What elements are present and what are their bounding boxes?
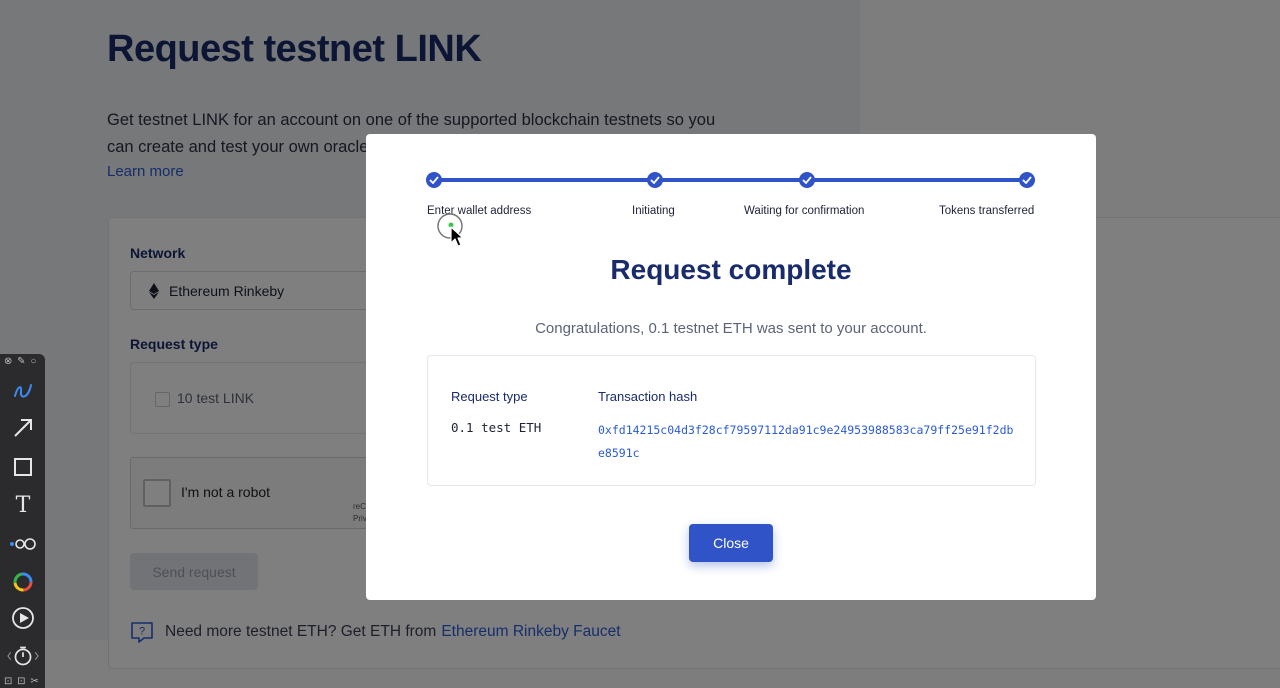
- request-type-value: 0.1 test ETH: [451, 420, 542, 435]
- step-label-initiating: Initiating: [632, 205, 675, 217]
- step-check-icon: [426, 172, 442, 188]
- step-check-icon: [1019, 172, 1035, 188]
- text-icon[interactable]: T: [7, 489, 39, 521]
- pen-icon[interactable]: [7, 374, 39, 406]
- play-icon[interactable]: [7, 602, 39, 634]
- modal-title: Request complete: [610, 254, 852, 285]
- transaction-hash-link[interactable]: 0xfd14215c04d3f28cf79597112da91c9e249539…: [598, 419, 1018, 465]
- request-type-header: Request type: [451, 389, 528, 404]
- mouse-cursor-icon: [437, 213, 464, 247]
- progress-line: [434, 178, 1027, 182]
- request-complete-modal: Enter wallet address Initiating Waiting …: [366, 134, 1096, 600]
- close-button[interactable]: Close: [689, 524, 773, 562]
- color-wheel-icon[interactable]: [7, 566, 39, 598]
- step-label-waiting: Waiting for confirmation: [744, 205, 865, 217]
- timer-icon[interactable]: [7, 640, 39, 672]
- step-check-icon: [647, 172, 663, 188]
- toolbar-bottom-controls[interactable]: ⊡ ⊡ ✂: [4, 676, 40, 687]
- transaction-details: Request type Transaction hash 0.1 test E…: [427, 355, 1036, 486]
- annotation-toolbar: ⊗ ✎ ○ T ⊡ ⊡ ✂: [0, 354, 45, 688]
- transaction-hash-header: Transaction hash: [598, 389, 698, 404]
- step-check-icon: [799, 172, 815, 188]
- rectangle-icon[interactable]: [7, 451, 39, 483]
- arrow-icon[interactable]: [7, 412, 39, 444]
- modal-message: Congratulations, 0.1 testnet ETH was sen…: [535, 320, 927, 337]
- toolbar-window-controls[interactable]: ⊗ ✎ ○: [4, 356, 37, 367]
- stroke-width-icon[interactable]: [7, 528, 39, 560]
- step-label-tokens-transferred: Tokens transferred: [939, 205, 1035, 217]
